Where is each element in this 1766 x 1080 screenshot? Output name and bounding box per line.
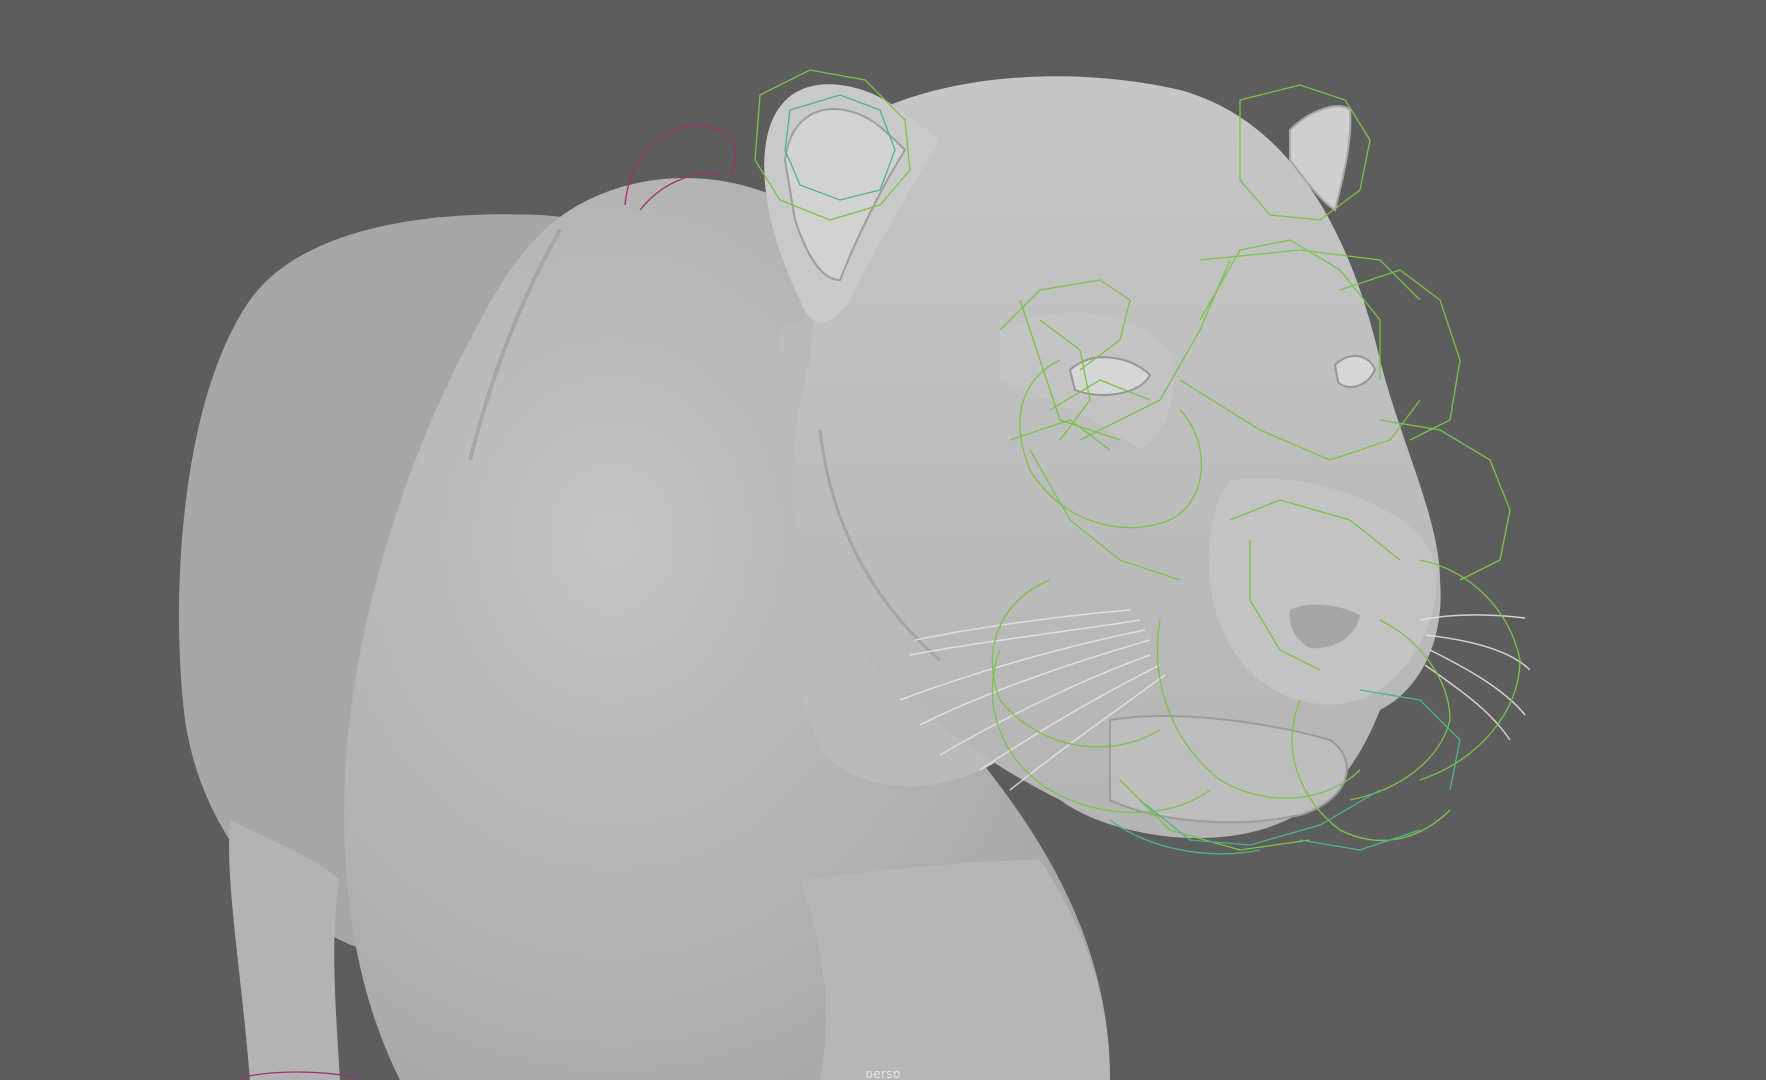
viewport-scene[interactable] [0,0,1766,1080]
camera-label: persp [865,1068,901,1078]
panther-mesh[interactable] [178,76,1441,1080]
maya-viewport[interactable]: persp [0,0,1766,1080]
